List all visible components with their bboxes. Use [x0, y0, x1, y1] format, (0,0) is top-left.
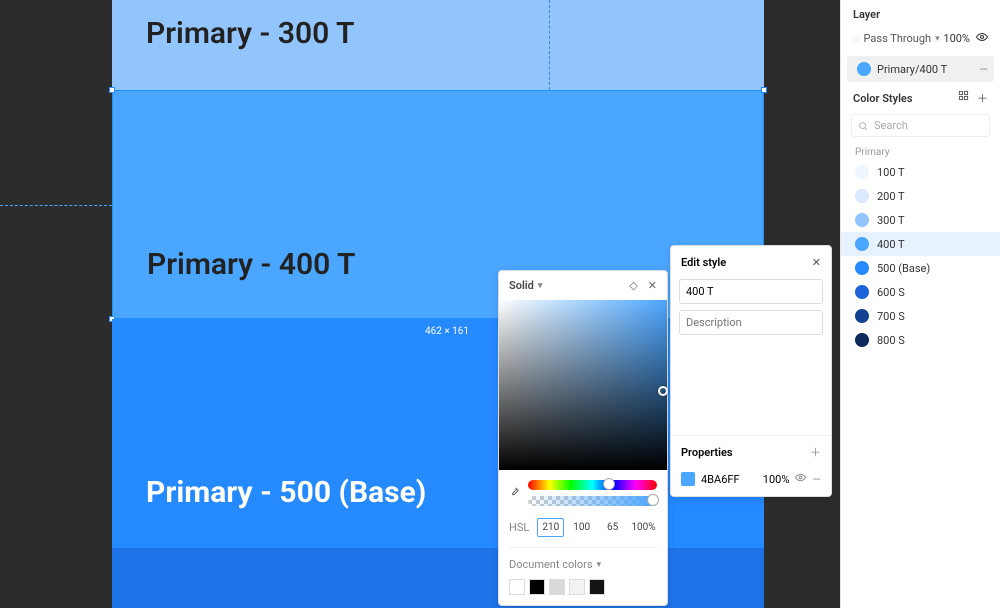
- saturation-value-area[interactable]: [499, 300, 667, 470]
- style-swatch: [855, 213, 869, 227]
- fill-type-dropdown[interactable]: Solid ▾: [509, 279, 542, 292]
- color-style-item[interactable]: 300 T: [841, 208, 1000, 232]
- style-description-input[interactable]: [679, 310, 823, 335]
- blend-mode-dropdown[interactable]: ◌ Pass Through ▾: [853, 32, 940, 45]
- alpha-slider[interactable]: [528, 496, 657, 506]
- style-swatch: [855, 189, 869, 203]
- add-style-icon[interactable]: ＋: [977, 90, 988, 106]
- alpha-knob[interactable]: [647, 494, 659, 506]
- blend-mode-label: Pass Through: [864, 32, 932, 45]
- sv-cursor[interactable]: [658, 386, 668, 396]
- hue-knob[interactable]: [603, 478, 615, 490]
- layer-opacity[interactable]: 100%: [943, 32, 970, 45]
- style-search-input[interactable]: Search: [851, 114, 990, 137]
- add-property-icon[interactable]: ＋: [810, 444, 821, 460]
- blend-mode-icon[interactable]: ◇: [629, 279, 637, 292]
- hex-value[interactable]: 4BA6FF: [701, 473, 757, 486]
- style-name: 400 T: [877, 238, 905, 251]
- style-name: 300 T: [877, 214, 905, 227]
- layer-color-dot: [857, 62, 871, 76]
- layer-name: Primary/400 T: [877, 63, 947, 76]
- grid-view-icon[interactable]: [958, 90, 969, 106]
- fill-type-label: Solid: [509, 279, 534, 292]
- hue-input[interactable]: 210: [537, 518, 564, 537]
- style-name: 500 (Base): [877, 262, 930, 275]
- document-colors-dropdown[interactable]: Document colors ▾: [509, 558, 657, 571]
- eyedropper-icon[interactable]: [509, 486, 520, 500]
- ruler-guide: [0, 205, 112, 206]
- remove-property-icon[interactable]: —: [812, 473, 821, 486]
- style-swatch: [855, 333, 869, 347]
- color-style-item[interactable]: 400 T: [841, 232, 1000, 256]
- style-name: 800 S: [877, 334, 905, 347]
- inspector-sidebar: Layer ◌ Pass Through ▾ 100% Primary/400 …: [840, 0, 1000, 608]
- selection-dimensions: 462 × 161: [420, 324, 474, 339]
- close-icon[interactable]: ✕: [812, 256, 821, 269]
- selection-handle[interactable]: [761, 87, 767, 93]
- document-color-swatch[interactable]: [549, 579, 565, 595]
- color-picker-panel: Solid ▾ ◇ ✕ HSL 210 100 65 100%: [498, 270, 668, 606]
- color-styles-title: Color Styles: [853, 92, 913, 105]
- opacity-value[interactable]: 100%: [763, 473, 790, 486]
- document-color-swatch[interactable]: [569, 579, 585, 595]
- chevron-down-icon: ▾: [538, 281, 543, 291]
- document-color-swatch[interactable]: [589, 579, 605, 595]
- style-swatch: [855, 165, 869, 179]
- color-model-dropdown[interactable]: HSL: [509, 521, 529, 534]
- color-chip[interactable]: [681, 472, 695, 486]
- style-swatch: [855, 261, 869, 275]
- style-name: 200 T: [877, 190, 905, 203]
- style-name-input[interactable]: [679, 279, 823, 304]
- color-style-item[interactable]: 600 S: [841, 280, 1000, 304]
- center-guide: [549, 0, 550, 90]
- edit-style-panel: Edit style ✕ Properties ＋ 4BA6FF 100% —: [670, 245, 832, 497]
- color-style-item[interactable]: 100 T: [841, 160, 1000, 184]
- style-swatch: [855, 237, 869, 251]
- saturation-input[interactable]: 100: [568, 518, 595, 537]
- search-placeholder: Search: [874, 119, 908, 132]
- swatch-label: Primary - 400 T: [147, 247, 355, 282]
- layer-section-title: Layer: [853, 8, 988, 21]
- style-name: 700 S: [877, 310, 905, 323]
- color-style-item[interactable]: 500 (Base): [841, 256, 1000, 280]
- style-swatch: [855, 309, 869, 323]
- document-color-swatch[interactable]: [529, 579, 545, 595]
- document-color-swatches: [509, 579, 657, 595]
- blend-icon: ◌: [853, 32, 860, 45]
- lightness-input[interactable]: 65: [599, 518, 626, 537]
- panel-title: Edit style: [681, 256, 726, 269]
- style-name: 600 S: [877, 286, 905, 299]
- swatch-label: Primary - 500 (Base): [146, 475, 426, 510]
- hue-slider[interactable]: [528, 480, 657, 490]
- selected-layer-chip[interactable]: Primary/400 T —: [847, 56, 994, 82]
- document-colors-label: Document colors: [509, 558, 593, 571]
- style-name: 100 T: [877, 166, 905, 179]
- style-group-label: Primary: [841, 141, 1000, 160]
- visibility-icon[interactable]: [976, 31, 988, 46]
- color-style-item[interactable]: 800 S: [841, 328, 1000, 352]
- chevron-down-icon: ▾: [935, 34, 940, 44]
- visibility-icon[interactable]: [795, 472, 806, 486]
- color-style-item[interactable]: 700 S: [841, 304, 1000, 328]
- document-color-swatch[interactable]: [509, 579, 525, 595]
- chevron-down-icon: ▾: [597, 560, 602, 570]
- properties-title: Properties: [681, 446, 733, 459]
- style-swatch: [855, 285, 869, 299]
- detach-style-icon[interactable]: —: [979, 63, 988, 76]
- color-style-item[interactable]: 200 T: [841, 184, 1000, 208]
- color-swatch-300[interactable]: Primary - 300 T: [112, 0, 764, 90]
- selection-handle[interactable]: [109, 87, 115, 93]
- close-icon[interactable]: ✕: [648, 279, 657, 292]
- search-icon: [858, 121, 868, 131]
- alpha-input[interactable]: 100%: [630, 518, 657, 537]
- swatch-label: Primary - 300 T: [146, 16, 354, 51]
- color-style-list: 100 T 200 T 300 T 400 T 500 (Base) 600 S 700 S…: [841, 160, 1000, 352]
